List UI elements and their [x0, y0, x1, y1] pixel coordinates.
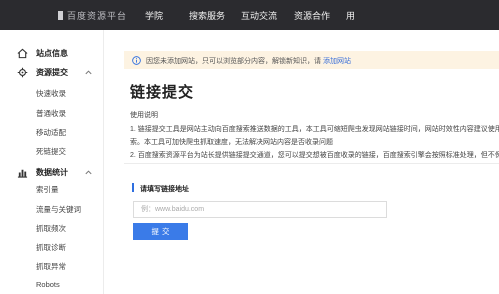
nav-item-more[interactable]: 用: [346, 9, 355, 22]
sidebar-group-data-stats[interactable]: 数据统计: [0, 164, 104, 182]
sidebar-item-dead-link-submit[interactable]: 死链提交: [36, 146, 66, 157]
sidebar-item-index-volume[interactable]: 索引量: [36, 184, 59, 195]
brand-name: 百度资源平台: [67, 11, 128, 21]
sidebar-group-label: 资源提交: [36, 68, 68, 77]
notice-message: 因您未添加网站，只可以浏览部分内容，解锁新知识，请: [146, 58, 321, 65]
home-icon: [17, 48, 28, 59]
usage-instruction-line: 索。本工具可加快爬虫抓取速度，无法解决网站内容是否收录问题: [130, 139, 333, 146]
sidebar-item-crawl-frequency[interactable]: 抓取频次: [36, 223, 66, 234]
section-marker: [132, 183, 134, 192]
brand-mark-icon: [58, 11, 63, 20]
sidebar: 站点信息 资源提交 快速收录 普通收录 移动适配 死链提交 数据统计 索引量 流…: [0, 30, 104, 294]
url-input[interactable]: [133, 201, 387, 218]
sidebar-item-crawl-diagnosis[interactable]: 抓取诊断: [36, 242, 66, 253]
brand-logo[interactable]: 百度资源平台: [58, 9, 127, 22]
section-divider: [124, 163, 499, 164]
sidebar-item-robots[interactable]: Robots: [36, 280, 60, 289]
sidebar-item-fast-index[interactable]: 快速收录: [36, 88, 66, 99]
top-navigation-bar: 百度资源平台 学院 搜索服务 互动交流 资源合作 用: [0, 0, 499, 30]
usage-instruction-line: 1. 链接提交工具是网站主动向百度搜索推送数据的工具，本工具可缩短爬虫发现网站链…: [130, 126, 499, 133]
nav-item-academy[interactable]: 学院: [145, 9, 163, 22]
page-title: 链接提交: [130, 84, 195, 101]
settings-icon: [17, 67, 28, 78]
sidebar-item-mobile-adaptation[interactable]: 移动适配: [36, 127, 66, 138]
sidebar-item-traffic-keywords[interactable]: 流量与关键词: [36, 204, 81, 215]
notice-text: 因您未添加网站，只可以浏览部分内容，解锁新知识，请 添加网站: [146, 56, 351, 66]
info-icon: [132, 56, 141, 65]
sidebar-item-site-info[interactable]: 站点信息: [0, 45, 104, 63]
notice-banner: 因您未添加网站，只可以浏览部分内容，解锁新知识，请 添加网站: [124, 51, 499, 69]
sidebar-group-label: 数据统计: [36, 168, 68, 177]
sidebar-item-label: 站点信息: [36, 49, 68, 58]
usage-instructions-heading: 使用说明: [130, 112, 158, 119]
nav-item-interaction[interactable]: 互动交流: [241, 9, 277, 22]
chevron-up-icon[interactable]: [84, 68, 93, 77]
sidebar-item-crawl-errors[interactable]: 抓取异常: [36, 261, 66, 272]
sidebar-item-normal-index[interactable]: 普通收录: [36, 108, 66, 119]
add-site-link[interactable]: 添加网站: [323, 58, 351, 65]
chart-icon: [17, 169, 28, 178]
sidebar-group-resource-submit[interactable]: 资源提交: [0, 64, 104, 82]
chevron-up-icon[interactable]: [84, 168, 93, 177]
nav-item-resource-cooperation[interactable]: 资源合作: [294, 9, 330, 22]
link-input-section-title: 请填写链接地址: [140, 186, 189, 193]
usage-instruction-line: 2. 百度搜索资源平台为站长提供链接提交通道，您可以提交想被百度收录的链接，百度…: [130, 152, 499, 159]
submit-button[interactable]: 提交: [133, 223, 188, 240]
nav-item-search-services[interactable]: 搜索服务: [189, 9, 225, 22]
